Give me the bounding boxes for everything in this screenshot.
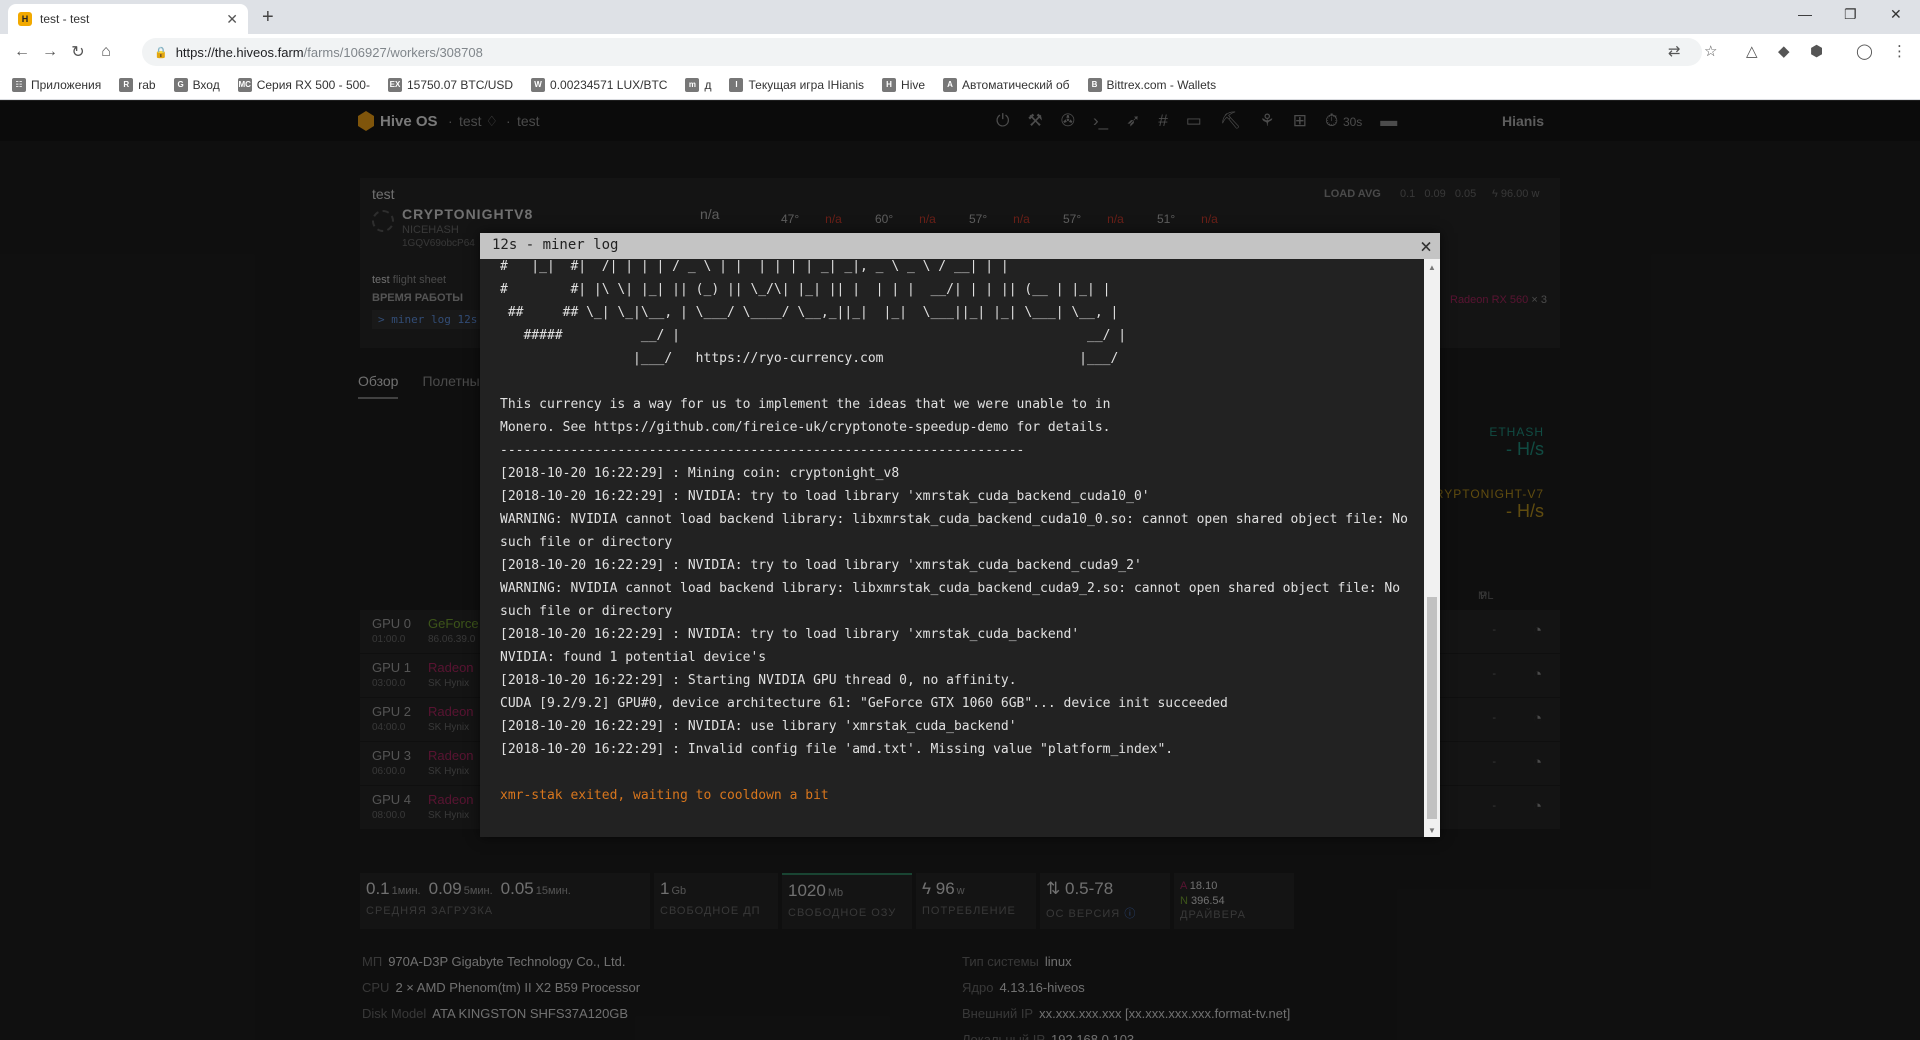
log-line: This currency is a way for us to impleme… [500, 397, 1111, 412]
browser-toolbar: ← → ↻ ⌂ 🔒 https://the.hiveos.farm/farms/… [0, 34, 1920, 70]
log-line: such file or directory [500, 604, 673, 619]
bookmark-item[interactable]: mд [685, 77, 712, 92]
extension-1-icon[interactable]: △ [1746, 42, 1758, 60]
bookmark-item[interactable]: ☷ Приложения [12, 77, 102, 92]
bookmark-item[interactable]: EX 15750.07 BTC/USD [387, 77, 514, 92]
address-bar[interactable]: 🔒 https://the.hiveos.farm/farms/106927/w… [142, 38, 1702, 66]
back-icon[interactable]: ← [8, 43, 36, 61]
bookmark-item[interactable]: H Hive [882, 77, 926, 92]
log-line: WARNING: NVIDIA cannot load backend libr… [500, 512, 1408, 527]
bookmark-item[interactable]: I Текущая игра IHianis [729, 77, 865, 92]
log-viewport[interactable]: # |_| #| /| | | | / _ \ | | | | | | _| _… [480, 259, 1424, 837]
bookmark-item[interactable]: B Bittrex.com - Wallets [1087, 77, 1217, 92]
log-line: # #| |\ \| |_| || (_) || \_/\| |_| || | … [500, 282, 1111, 297]
bookmark-item[interactable]: MC Серия RX 500 - 500- [237, 77, 370, 92]
new-tab-button[interactable]: + [262, 6, 274, 29]
log-line: such file or directory [500, 535, 673, 550]
bookmark-favicon-icon: m [685, 77, 700, 92]
bookmark-label: Приложения [31, 77, 102, 92]
log-line: Monero. See https://github.com/fireice-u… [500, 420, 1111, 435]
modal-header: 12s - miner log × [480, 233, 1440, 259]
hive-favicon-icon: H [18, 12, 32, 26]
browser-menu-icon[interactable]: ⋮ [1892, 42, 1907, 60]
scroll-up-icon[interactable]: ▲ [1428, 263, 1436, 272]
log-line: NVIDIA: found 1 potential device's [500, 650, 767, 665]
bookmark-label: 15750.07 BTC/USD [406, 77, 514, 92]
log-exit-message: xmr-stak exited, waiting to cooldown a b… [500, 788, 829, 803]
extension-2-icon[interactable]: ◆ [1778, 42, 1790, 60]
log-line: [2018-10-20 16:22:29] : Starting NVIDIA … [500, 673, 1017, 688]
log-line: [2018-10-20 16:22:29] : NVIDIA: try to l… [500, 558, 1142, 573]
log-line: [2018-10-20 16:22:29] : NVIDIA: try to l… [500, 627, 1080, 642]
log-line: ## ## \_| \_|\__, | \___/ \____/ \__,_||… [500, 305, 1119, 320]
bookmark-favicon-icon: A [943, 77, 958, 92]
browser-tab-strip: H test - test ✕ + ― ❐ ✕ [0, 0, 1920, 34]
bookmark-star-icon[interactable]: ☆ [1704, 42, 1717, 60]
bookmark-item[interactable]: A Автоматический об [943, 77, 1070, 92]
bookmark-favicon-icon: ☷ [12, 77, 26, 92]
scrollbar-thumb[interactable] [1427, 597, 1437, 819]
bookmark-label: Вход [192, 77, 220, 92]
log-scrollbar[interactable]: ▲ ▼ [1424, 259, 1440, 837]
modal-title: 12s - miner log [492, 237, 619, 253]
bookmark-label: д [704, 77, 712, 92]
bookmark-label: 0.00234571 LUX/BTC [550, 77, 668, 92]
forward-icon[interactable]: → [36, 43, 64, 61]
bookmark-favicon-icon: G [173, 77, 188, 92]
log-line: # |_| #| /| | | | / _ \ | | | | | | _| _… [500, 259, 1009, 274]
bookmark-label: Hive [901, 77, 926, 92]
reload-icon[interactable]: ↻ [64, 42, 92, 62]
log-line: WARNING: NVIDIA cannot load backend libr… [500, 581, 1401, 596]
log-line: [2018-10-20 16:22:29] : Mining coin: cry… [500, 466, 900, 481]
profile-avatar-icon[interactable]: ◯ [1856, 42, 1873, 60]
bookmark-item[interactable]: Rrab [119, 77, 156, 92]
bookmark-item[interactable]: G Вход [173, 77, 220, 92]
log-content: # |_| #| /| | | | / _ \ | | | | | | _| _… [500, 259, 1408, 807]
bookmark-favicon-icon: B [1087, 77, 1102, 92]
bookmark-label: Автоматический об [962, 77, 1070, 92]
close-icon[interactable]: × [1420, 234, 1432, 258]
log-line: [2018-10-20 16:22:29] : Invalid config f… [500, 742, 1174, 757]
lock-icon: 🔒 [154, 46, 168, 59]
log-line: [2018-10-20 16:22:29] : NVIDIA: try to l… [500, 489, 1150, 504]
log-line: [2018-10-20 16:22:29] : NVIDIA: use libr… [500, 719, 1017, 734]
scroll-down-icon[interactable]: ▼ [1428, 826, 1436, 835]
bookmark-label: rab [138, 77, 156, 92]
extension-3-icon[interactable]: ⬢ [1810, 42, 1823, 60]
bookmark-label: Текущая игра IHianis [748, 77, 865, 92]
log-line: ##### __/ | __/ | [500, 328, 1127, 343]
translate-icon[interactable]: ⇄ [1668, 42, 1681, 60]
miner-log-modal: 12s - miner log × # |_| #| /| | | | / _ … [480, 233, 1440, 837]
url-host: https://the.hiveos.farm [175, 44, 304, 60]
tab-title: test - test [40, 12, 90, 26]
bookmark-label: Серия RX 500 - 500- [256, 77, 370, 92]
browser-tab[interactable]: H test - test ✕ [8, 4, 248, 34]
bookmark-favicon-icon: MC [237, 77, 252, 92]
bookmark-favicon-icon: W [531, 77, 546, 92]
log-line: CUDA [9.2/9.2] GPU#0, device architectur… [500, 696, 1228, 711]
bookmark-label: Bittrex.com - Wallets [1106, 77, 1217, 92]
bookmark-favicon-icon: I [729, 77, 744, 92]
log-line: |___/ https://ryo-currency.com |___/ [500, 351, 1119, 366]
tab-close-icon[interactable]: ✕ [226, 11, 238, 28]
bookmark-favicon-icon: R [119, 77, 134, 92]
minimize-icon[interactable]: ― [1798, 6, 1812, 22]
bookmarks-bar: ☷ Приложения Rrab G Вход MC Серия RX 500 - 500… [0, 70, 1920, 100]
home-icon[interactable]: ⌂ [92, 43, 120, 61]
url-path: /farms/106927/workers/308708 [303, 44, 483, 60]
close-window-icon[interactable]: ✕ [1890, 6, 1902, 23]
log-line: ----------------------------------------… [500, 443, 1025, 458]
bookmark-favicon-icon: EX [387, 77, 402, 92]
maximize-icon[interactable]: ❐ [1844, 6, 1857, 23]
bookmark-item[interactable]: W 0.00234571 LUX/BTC [531, 77, 668, 92]
bookmark-favicon-icon: H [882, 77, 897, 92]
